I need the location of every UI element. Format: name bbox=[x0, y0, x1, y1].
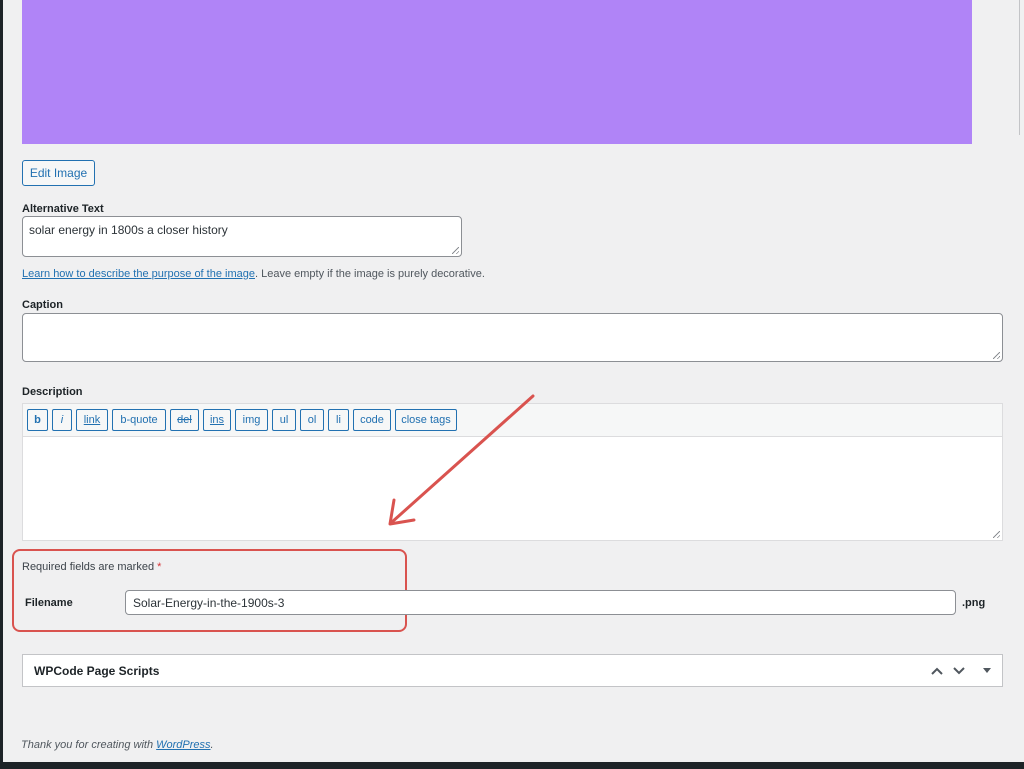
required-fields-text: Required fields are marked bbox=[22, 561, 155, 573]
resize-handle-icon[interactable] bbox=[993, 531, 1000, 538]
qt-bquote-button[interactable]: b-quote bbox=[112, 409, 166, 431]
resize-handle-icon[interactable] bbox=[993, 352, 1000, 359]
qt-bold-button[interactable]: b bbox=[27, 409, 48, 431]
alt-text-help-rest: . Leave empty if the image is purely dec… bbox=[254, 268, 485, 280]
qt-del-button[interactable]: del bbox=[170, 409, 199, 431]
filename-extension: .png bbox=[962, 597, 986, 609]
image-preview bbox=[22, 0, 972, 144]
alt-text-value: solar energy in 1800s a closer history bbox=[29, 223, 228, 237]
annotation-arrow-icon bbox=[388, 394, 535, 526]
move-down-chevron-icon[interactable] bbox=[949, 661, 969, 681]
footer-text: Thank you for creating with bbox=[21, 739, 157, 751]
caption-label: Caption bbox=[22, 299, 63, 311]
wpcode-postbox: WPCode Page Scripts bbox=[22, 654, 1003, 687]
qt-ins-button[interactable]: ins bbox=[203, 409, 231, 431]
resize-handle-icon[interactable] bbox=[452, 247, 459, 254]
required-fields-note: Required fields are marked * bbox=[22, 561, 161, 573]
qt-link-button[interactable]: link bbox=[76, 409, 108, 431]
qt-img-button[interactable]: img bbox=[235, 409, 268, 431]
alt-text-field[interactable]: solar energy in 1800s a closer history bbox=[22, 216, 462, 257]
admin-footer: Thank you for creating with WordPress. bbox=[21, 739, 214, 751]
edit-image-button[interactable]: Edit Image bbox=[22, 160, 95, 186]
alt-text-help: Learn how to describe the purpose of the… bbox=[22, 268, 485, 280]
alt-text-help-link[interactable]: Learn how to describe the purpose of the… bbox=[22, 268, 255, 280]
window-left-edge bbox=[0, 0, 3, 769]
filename-input[interactable]: Solar-Energy-in-the-1900s-3 bbox=[125, 590, 956, 615]
toggle-panel-caret-icon[interactable] bbox=[977, 661, 997, 681]
footer-wordpress-link[interactable]: WordPress bbox=[156, 739, 210, 751]
qt-ul-button[interactable]: ul bbox=[272, 409, 296, 431]
move-up-chevron-icon[interactable] bbox=[927, 661, 947, 681]
scrollbar-track[interactable] bbox=[1019, 0, 1020, 135]
qt-ol-button[interactable]: ol bbox=[300, 409, 324, 431]
required-star: * bbox=[157, 561, 162, 573]
qt-italic-button[interactable]: i bbox=[52, 409, 72, 431]
description-label: Description bbox=[22, 386, 83, 398]
alt-text-label: Alternative Text bbox=[22, 203, 104, 215]
window-bottom-edge bbox=[0, 762, 1024, 769]
postbox-title: WPCode Page Scripts bbox=[34, 664, 160, 678]
filename-label: Filename bbox=[25, 597, 73, 609]
footer-end: . bbox=[210, 739, 214, 751]
caption-field[interactable] bbox=[22, 313, 1003, 362]
qt-li-button[interactable]: li bbox=[328, 409, 349, 431]
